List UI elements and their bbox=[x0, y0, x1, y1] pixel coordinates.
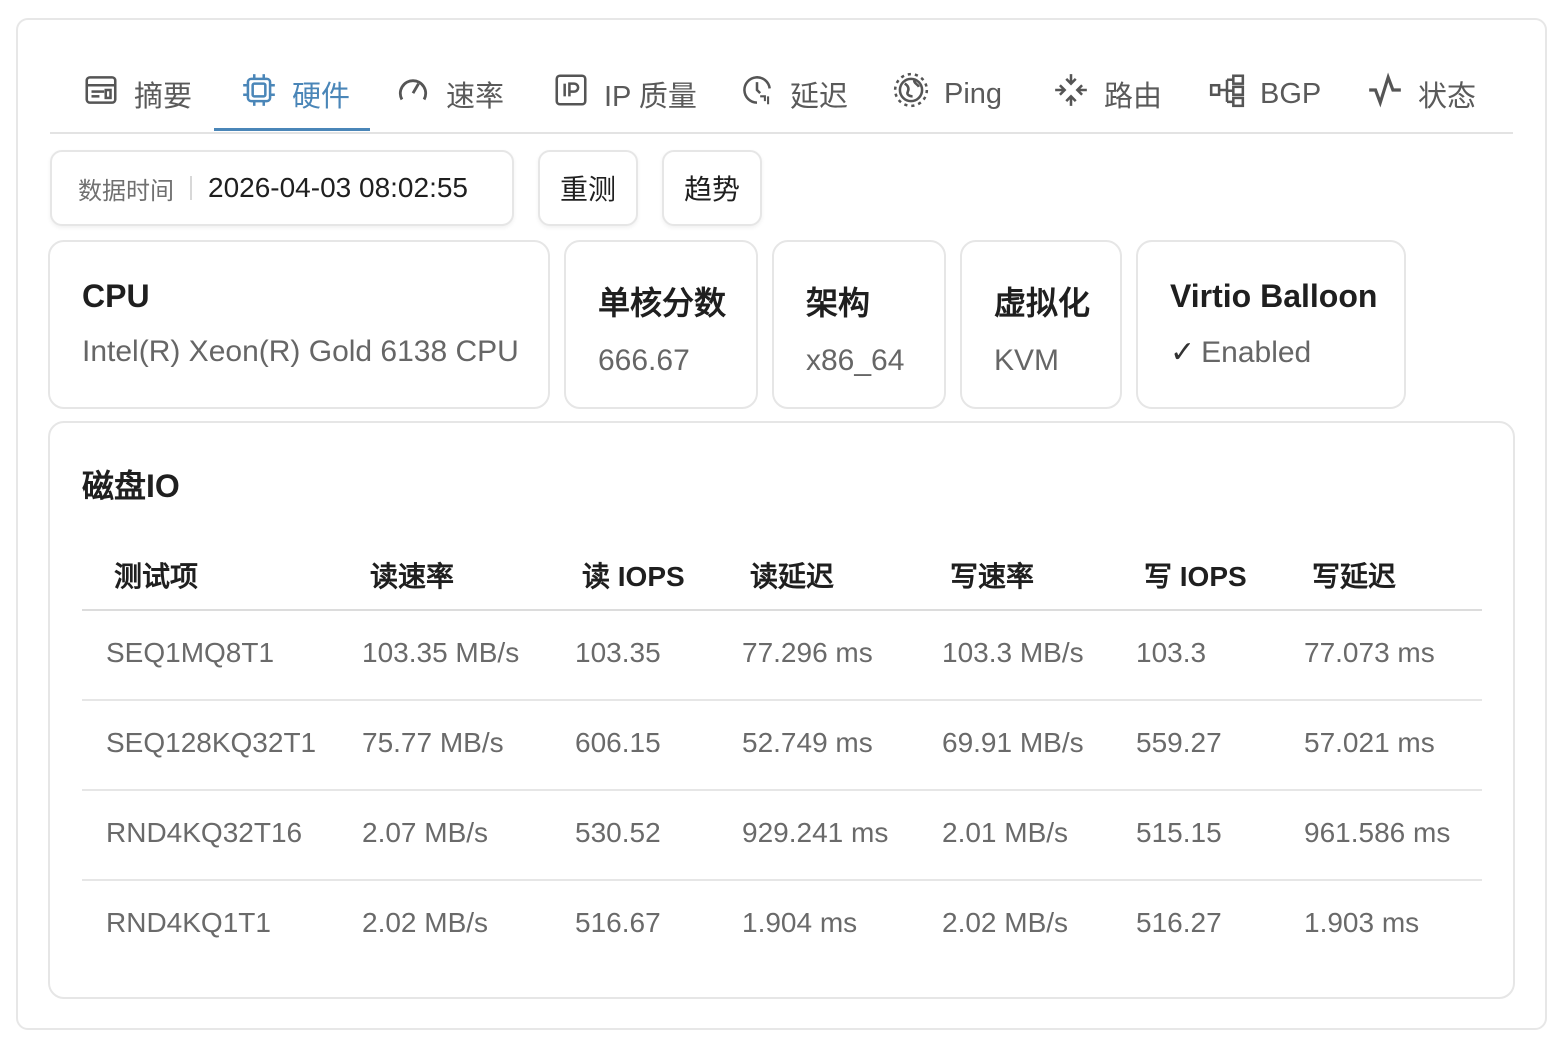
column-header: 写速率 bbox=[950, 561, 1035, 592]
tab-latency[interactable]: 延迟 bbox=[738, 56, 848, 132]
table-header: 测试项 读速率 读 IOPS 读延迟 写速率 写 IOPS 写延迟 bbox=[82, 533, 1482, 611]
column-header: 写 IOPS bbox=[1144, 561, 1247, 592]
disk-io-table: 测试项 读速率 读 IOPS 读延迟 写速率 写 IOPS 写延迟 SEQ1MQ… bbox=[82, 533, 1482, 971]
tab-ping[interactable]: Ping bbox=[892, 56, 1002, 132]
tab-status[interactable]: 状态 bbox=[1366, 56, 1476, 132]
tab-summary[interactable]: 摘要 bbox=[82, 56, 192, 132]
column-header: 读速率 bbox=[370, 561, 455, 592]
card-title: CPU bbox=[82, 278, 150, 314]
column-header: 写延迟 bbox=[1312, 561, 1397, 592]
single-core-score: 666.67 bbox=[598, 344, 690, 377]
tab-speed[interactable]: 速率 bbox=[394, 56, 504, 132]
speedometer-icon bbox=[394, 71, 432, 117]
card-title: 虚拟化 bbox=[994, 285, 1091, 321]
table-row: SEQ128KQ32T1 75.77 MB/s 606.15 52.749 ms… bbox=[82, 701, 1482, 791]
tab-label: Ping bbox=[944, 77, 1003, 110]
table-cell: 69.91 MB/s bbox=[942, 727, 1084, 758]
table-cell: 52.749 ms bbox=[742, 727, 873, 758]
table-cell: 2.02 MB/s bbox=[362, 907, 489, 938]
table-cell: 1.904 ms bbox=[742, 907, 858, 938]
card-title: Virtio Balloon bbox=[1170, 278, 1378, 314]
table-cell: 2.07 MB/s bbox=[362, 817, 489, 848]
column-header: 读 IOPS bbox=[582, 561, 685, 592]
table-cell: 103.35 bbox=[575, 637, 661, 668]
active-tab-indicator bbox=[214, 128, 370, 131]
card-title: 单核分数 bbox=[598, 285, 727, 321]
arch-value: x86_64 bbox=[806, 344, 905, 377]
tab-label: 速率 bbox=[446, 81, 505, 113]
table-cell: 103.35 MB/s bbox=[362, 637, 520, 668]
tab-label: 硬件 bbox=[292, 81, 351, 113]
retest-button[interactable]: 重测 bbox=[538, 150, 638, 226]
tab-label: 状态 bbox=[1418, 81, 1477, 113]
tab-bar: 摘要 硬件 速率 IP 质量 延迟 Ping 路由 BGP 状态 bbox=[50, 56, 1513, 134]
tab-label: IP 质量 bbox=[604, 81, 697, 113]
column-header: 测试项 bbox=[114, 561, 199, 592]
checkmark-icon: ✓ bbox=[1170, 336, 1196, 369]
ip-icon bbox=[552, 71, 590, 117]
tab-label: 延迟 bbox=[790, 81, 849, 113]
table-cell: RND4KQ32T16 bbox=[106, 817, 303, 848]
table-cell: 75.77 MB/s bbox=[362, 727, 504, 758]
table-cell: 2.01 MB/s bbox=[942, 817, 1069, 848]
tab-hardware[interactable]: 硬件 bbox=[240, 56, 350, 132]
table-cell: 57.021 ms bbox=[1304, 727, 1435, 758]
disk-io-title: 磁盘IO bbox=[82, 468, 180, 504]
column-header: 读延迟 bbox=[750, 561, 835, 592]
table-cell: 77.296 ms bbox=[742, 637, 873, 668]
virtio-balloon-card: Virtio Balloon ✓ Enabled bbox=[1136, 240, 1406, 409]
summary-icon bbox=[82, 71, 120, 117]
table-cell: SEQ128KQ32T1 bbox=[106, 727, 317, 758]
single-core-card: 单核分数 666.67 bbox=[564, 240, 758, 409]
table-cell: 516.27 bbox=[1136, 907, 1222, 938]
network-tree-icon bbox=[1208, 71, 1246, 117]
table-cell: 77.073 ms bbox=[1304, 637, 1435, 668]
table-cell: 103.3 MB/s bbox=[942, 637, 1084, 668]
trend-button[interactable]: 趋势 bbox=[662, 150, 762, 226]
cpu-card: CPU Intel(R) Xeon(R) Gold 6138 CPU bbox=[48, 240, 550, 409]
table-row: SEQ1MQ8T1 103.35 MB/s 103.35 77.296 ms 1… bbox=[82, 611, 1482, 701]
globe-icon bbox=[892, 71, 930, 117]
table-cell: 559.27 bbox=[1136, 727, 1222, 758]
table-cell: 1.903 ms bbox=[1304, 907, 1420, 938]
tab-label: 摘要 bbox=[134, 81, 193, 113]
virtualization-card: 虚拟化 KVM bbox=[960, 240, 1122, 409]
tab-label: 路由 bbox=[1104, 81, 1163, 113]
virtualization-value: KVM bbox=[994, 344, 1060, 377]
divider bbox=[190, 176, 192, 200]
table-cell: 515.15 bbox=[1136, 817, 1222, 848]
route-arrows-icon bbox=[1052, 71, 1090, 117]
cpu-model: Intel(R) Xeon(R) Gold 6138 CPU bbox=[82, 335, 519, 368]
chip-icon bbox=[240, 71, 278, 117]
table-cell: 961.586 ms bbox=[1304, 817, 1451, 848]
table-cell: RND4KQ1T1 bbox=[106, 907, 271, 938]
tab-bgp[interactable]: BGP bbox=[1208, 56, 1321, 132]
table-cell: 929.241 ms bbox=[742, 817, 889, 848]
data-time-display: 数据时间 2026-04-03 08:02:55 bbox=[50, 150, 514, 226]
arch-card: 架构 x86_64 bbox=[772, 240, 946, 409]
table-cell: 2.02 MB/s bbox=[942, 907, 1069, 938]
data-time-value: 2026-04-03 08:02:55 bbox=[208, 172, 468, 203]
table-cell: 103.3 bbox=[1136, 637, 1207, 668]
tab-label: BGP bbox=[1260, 77, 1322, 110]
table-cell: 516.67 bbox=[575, 907, 661, 938]
clock-24-icon bbox=[738, 71, 776, 117]
disk-io-card: 磁盘IO 测试项 读速率 读 IOPS 读延迟 写速率 写 IOPS 写延迟 S… bbox=[48, 421, 1515, 999]
tab-route[interactable]: 路由 bbox=[1052, 56, 1162, 132]
table-row: RND4KQ1T1 2.02 MB/s 516.67 1.904 ms 2.02… bbox=[82, 881, 1482, 971]
table-row: RND4KQ32T16 2.07 MB/s 530.52 929.241 ms … bbox=[82, 791, 1482, 881]
tab-ip-quality[interactable]: IP 质量 bbox=[552, 56, 697, 132]
table-cell: 606.15 bbox=[575, 727, 661, 758]
balloon-status-text: Enabled bbox=[1201, 336, 1312, 369]
virtio-balloon-status: ✓ Enabled bbox=[1170, 335, 1404, 370]
activity-icon bbox=[1366, 71, 1404, 117]
table-cell: 530.52 bbox=[575, 817, 661, 848]
card-title: 架构 bbox=[806, 285, 871, 321]
table-cell: SEQ1MQ8T1 bbox=[106, 637, 275, 668]
data-time-label: 数据时间 bbox=[78, 177, 174, 205]
